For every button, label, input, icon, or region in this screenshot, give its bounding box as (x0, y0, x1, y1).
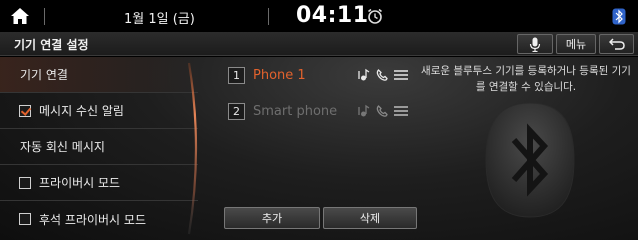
main-panel: 기기 연결 메시지 수신 알림 자동 회신 메시지 프라이버시 모드 후석 프라… (0, 57, 638, 240)
voice-button[interactable] (517, 34, 553, 54)
menu-item-message-notification[interactable]: 메시지 수신 알림 (0, 93, 198, 129)
menu-item-label: 프라이버시 모드 (39, 176, 121, 190)
rear-privacy-mode-checkbox[interactable] (19, 213, 31, 225)
status-divider (268, 8, 269, 25)
device-row[interactable]: 2 Smart phone (228, 98, 414, 124)
bluetooth-icon (485, 102, 575, 218)
settings-menu: 기기 연결 메시지 수신 알림 자동 회신 메시지 프라이버시 모드 후석 프라… (0, 57, 205, 240)
scroll-indicator[interactable] (183, 61, 205, 236)
message-notification-checkbox[interactable] (19, 104, 31, 117)
device-number: 1 (228, 66, 245, 84)
menu-item-label: 후석 프라이버시 모드 (39, 212, 146, 227)
status-divider (44, 8, 45, 25)
home-icon[interactable] (10, 7, 30, 25)
menu-item-label: 메시지 수신 알림 (39, 104, 124, 118)
title-bar: 기기 연결 설정 메뉴 (0, 32, 638, 56)
privacy-mode-checkbox[interactable] (19, 176, 31, 189)
device-number: 2 (228, 102, 245, 120)
menu-button[interactable]: 메뉴 (556, 34, 596, 54)
microphone-icon (529, 37, 541, 52)
clock-display: 04:11 (296, 3, 369, 28)
delete-device-button[interactable]: 삭제 (323, 207, 417, 229)
menu-item-privacy-mode[interactable]: 프라이버시 모드 (0, 165, 198, 201)
device-name: Smart phone (253, 103, 338, 119)
audio-icon (358, 68, 370, 81)
date-display: 1월 1일 (금) (124, 12, 195, 27)
phone-icon (376, 69, 388, 81)
menu-item-label: 기기 연결 (20, 68, 68, 82)
info-message: 새로운 블루투스 기기를 등록하거나 등록된 기기를 연결할 수 있습니다. (421, 65, 631, 93)
drag-handle-icon[interactable] (393, 69, 409, 81)
device-name: Phone 1 (253, 67, 306, 83)
menu-item-label: 자동 회신 메시지 (20, 140, 105, 154)
page-title: 기기 연결 설정 (14, 38, 89, 52)
back-icon (608, 38, 625, 50)
alarm-icon (368, 8, 382, 24)
device-row[interactable]: 1 Phone 1 (228, 62, 414, 88)
status-bar: 1월 1일 (금) 04:11 (0, 0, 638, 32)
menu-item-device-connection[interactable]: 기기 연결 (0, 57, 198, 93)
menu-item-rear-privacy-mode[interactable]: 후석 프라이버시 모드 (0, 201, 198, 237)
bluetooth-status-icon (612, 8, 626, 25)
add-device-button[interactable]: 추가 (224, 207, 320, 229)
back-button[interactable] (599, 34, 634, 54)
phone-icon (376, 105, 388, 117)
menu-item-auto-reply[interactable]: 자동 회신 메시지 (0, 129, 198, 165)
audio-icon (358, 104, 370, 117)
drag-handle-icon[interactable] (393, 105, 409, 117)
